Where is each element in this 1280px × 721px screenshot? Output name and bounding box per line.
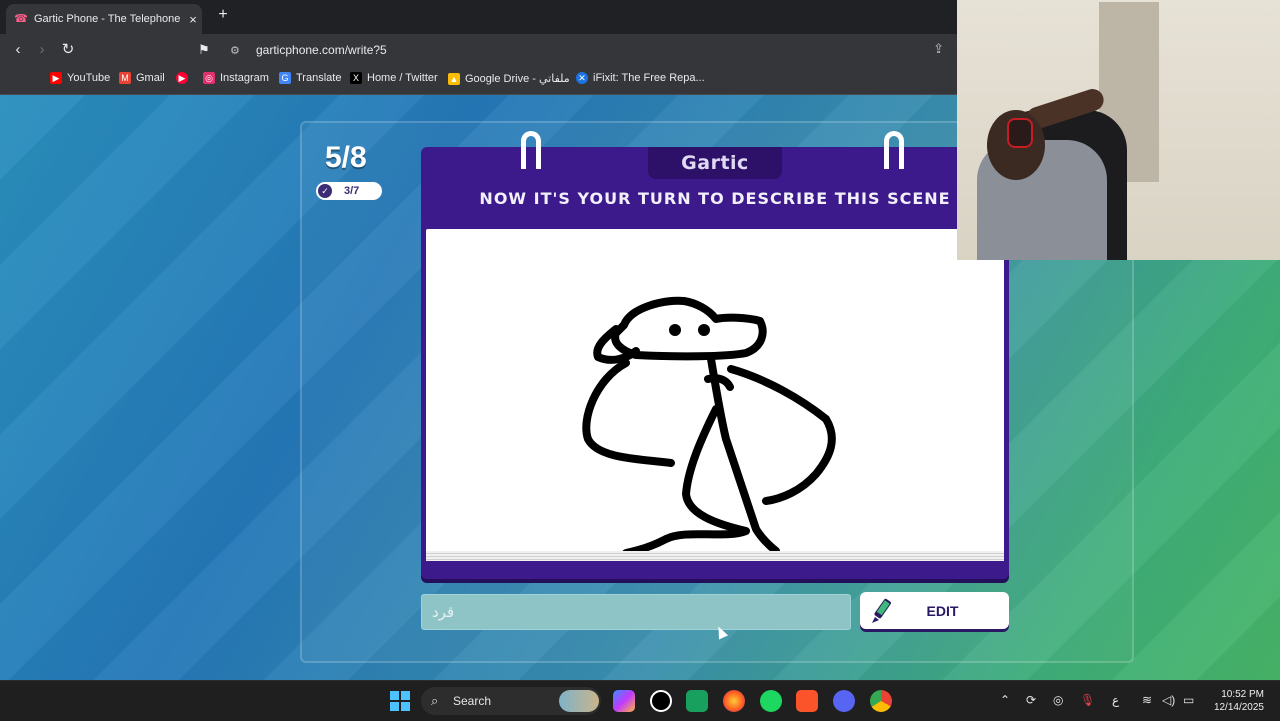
gmail-icon: M (119, 72, 131, 84)
language-indicator[interactable]: ع (1112, 693, 1119, 707)
gartic-favicon-icon: ☎ (14, 13, 28, 25)
share-icon[interactable]: ⇪ (933, 41, 944, 57)
active-tab[interactable]: ☎ Gartic Phone - The Telephone Ga × (6, 4, 202, 34)
players-done-badge: ✓ 3/7 (316, 182, 382, 200)
address-bar[interactable]: ⚙ garticphone.com/write?5 ⇪ (222, 38, 952, 62)
back-icon[interactable]: ‹ (8, 40, 28, 60)
drawing-eye-right (698, 324, 710, 336)
tab-title: Gartic Phone - The Telephone Ga (34, 13, 184, 25)
taskbar-search-label: Search (453, 694, 492, 708)
obs-icon[interactable] (650, 690, 672, 712)
edit-label: EDIT (926, 602, 959, 619)
windows-start-icon[interactable] (390, 691, 410, 711)
drawing-eye-left (669, 324, 681, 336)
battery-icon[interactable]: ▭ (1183, 693, 1194, 707)
instagram-icon: ◎ (203, 72, 215, 84)
bookmark-icon[interactable]: ⚑ (194, 40, 214, 60)
drawing-arm-right-stroke (727, 365, 836, 505)
bookmark-youtube-2[interactable]: ▶ (176, 72, 193, 84)
new-tab-button[interactable]: + (214, 6, 232, 26)
instruction-text: NOW IT'S YOUR TURN TO DESCRIBE THIS SCEN… (479, 189, 951, 208)
url-text[interactable]: garticphone.com/write?5 (256, 43, 387, 57)
monkey-drawing (582, 296, 836, 555)
drawing-arm-left-stroke (582, 359, 675, 467)
youtube-red-icon: ▶ (176, 72, 188, 84)
edit-button[interactable]: EDIT (860, 592, 1009, 629)
drawing-canvas (426, 229, 1004, 555)
canvas-paper-edge (426, 551, 1004, 561)
drive-icon: ▲ (448, 72, 460, 85)
chrome-icon[interactable] (870, 690, 892, 712)
x-icon: X (350, 72, 362, 84)
spotify-icon[interactable] (760, 690, 782, 712)
description-input[interactable] (421, 594, 851, 630)
players-done-count: 3/7 (344, 185, 360, 197)
windows-taskbar: ⌕ Search ⌃ ⟳ ◎ 🎙 ع ≋ ◁) ▭ 10:52 PM 12/14… (0, 680, 1280, 721)
bookmark-gmail[interactable]: M Gmail (119, 72, 165, 84)
binder-ring-left (521, 131, 541, 169)
firefox-icon[interactable] (723, 690, 745, 712)
close-tab-icon[interactable]: × (184, 12, 202, 27)
tray-chevron-icon[interactable]: ⌃ (1000, 693, 1010, 707)
youtube-icon: ▶ (50, 72, 62, 84)
steam-icon[interactable]: ◎ (1053, 693, 1063, 707)
search-icon: ⌕ (431, 693, 439, 708)
search-highlight-art (559, 690, 599, 712)
round-counter: 5/8 (325, 141, 367, 174)
sync-icon[interactable]: ⟳ (1026, 693, 1036, 707)
clock-time: 10:52 PM (1221, 689, 1264, 700)
forward-icon[interactable]: › (32, 40, 52, 60)
drawing-card: Gartic NOW IT'S YOUR TURN TO DESCRIBE TH… (421, 131, 1009, 579)
bookmark-youtube[interactable]: ▶ YouTube (50, 72, 110, 84)
translate-icon: G (279, 72, 291, 84)
gartic-logo: Gartic (648, 147, 782, 179)
headset-icon (1007, 118, 1033, 148)
ifixit-icon: ✕ (576, 72, 588, 84)
microphone-icon[interactable]: 🎙 (1080, 693, 1095, 707)
clock-date: 12/14/2025 (1213, 702, 1264, 713)
wifi-icon[interactable]: ≋ (1142, 693, 1152, 707)
bookmark-ifixit[interactable]: ✕ iFixit: The Free Repa... (576, 72, 705, 84)
bookmark-twitter[interactable]: X Home / Twitter (350, 72, 438, 84)
bookmark-instagram[interactable]: ◎ Instagram (203, 72, 269, 84)
brave-icon[interactable] (796, 690, 818, 712)
copilot-icon[interactable] (613, 690, 635, 712)
site-info-icon[interactable]: ⚙ (230, 44, 246, 57)
pencil-icon (872, 598, 891, 623)
bookmark-translate[interactable]: G Translate (279, 72, 341, 84)
store-icon[interactable] (686, 690, 708, 712)
binder-ring-right (884, 131, 904, 169)
discord-icon[interactable] (833, 690, 855, 712)
volume-icon[interactable]: ◁) (1162, 693, 1175, 707)
reload-icon[interactable]: ↻ (58, 40, 78, 60)
check-icon: ✓ (318, 184, 332, 198)
webcam-overlay (957, 0, 1280, 260)
taskbar-search[interactable]: ⌕ Search (421, 687, 601, 715)
clock[interactable]: 10:52 PM 12/14/2025 (1214, 688, 1264, 714)
bookmark-google-drive[interactable]: ▲ Google Drive - ملفاتي (448, 72, 570, 85)
